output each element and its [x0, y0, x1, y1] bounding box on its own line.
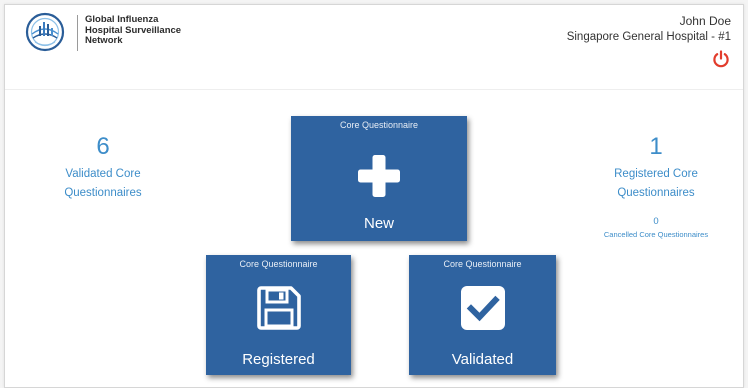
logo-divider: [77, 15, 78, 51]
tile-caption: Core Questionnaire: [443, 259, 522, 269]
header: Global Influenza Hospital Surveillance N…: [5, 5, 743, 90]
user-name: John Doe: [679, 14, 731, 28]
hospital-name: Singapore General Hospital - #1: [566, 31, 731, 43]
registered-questionnaire-tile[interactable]: Core Questionnaire Registered: [206, 255, 351, 375]
tile-caption: Core Questionnaire: [339, 120, 419, 130]
floppy-disk-icon: [256, 286, 301, 330]
organization-name-line: Global Influenza: [85, 14, 159, 25]
gihsn-logo-icon: [25, 12, 65, 52]
tile-label: Validated: [451, 351, 514, 368]
organization-name-line: Network: [85, 35, 123, 46]
new-questionnaire-tile[interactable]: Core Questionnaire New: [291, 116, 467, 241]
validated-label-line: Questionnaires: [64, 187, 142, 199]
plus-icon: [358, 155, 400, 197]
tile-caption: Core Questionnaire: [239, 259, 318, 269]
checkbox-icon: [460, 286, 505, 330]
power-icon[interactable]: [711, 49, 731, 69]
validated-questionnaire-tile[interactable]: Core Questionnaire Validated: [409, 255, 556, 375]
registered-label-line: Registered Core: [614, 168, 698, 180]
cancelled-count: 0: [653, 216, 659, 227]
cancelled-label: Cancelled Core Questionnaires: [603, 230, 709, 239]
registered-label-line: Questionnaires: [617, 187, 695, 199]
organization-name: Global Influenza Hospital Surveillance N…: [85, 14, 225, 47]
validated-label-line: Validated Core: [65, 168, 141, 180]
registered-label: Registered Core Questionnaires: [583, 165, 729, 203]
registered-count: 1: [649, 133, 663, 160]
tile-label: New: [363, 215, 394, 232]
user-info: John Doe Singapore General Hospital - #1: [567, 13, 731, 45]
registered-stat: 1 Registered Core Questionnaires 0 Cance…: [583, 133, 729, 240]
validated-count: 6: [96, 133, 110, 160]
tile-label: Registered: [242, 351, 315, 368]
app-window: Global Influenza Hospital Surveillance N…: [4, 4, 744, 388]
validated-label: Validated Core Questionnaires: [33, 165, 173, 203]
validated-stat: 6 Validated Core Questionnaires: [33, 133, 173, 203]
